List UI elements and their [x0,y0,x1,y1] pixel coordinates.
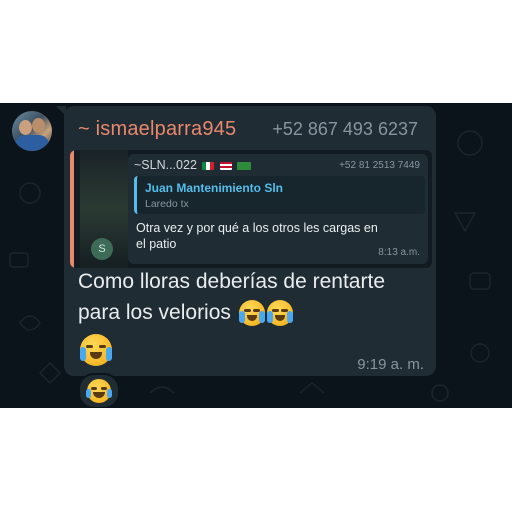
usa-flag-icon [219,161,232,170]
forwarded-sender-phone: +52 81 2513 7449 [339,160,420,171]
quoted-reply-name: Juan Mantenimiento Sln [145,181,284,195]
forwarded-sender-name: ~SLN...022 [134,158,197,172]
forwarded-body: Otra vez y por qué a los otros les carga… [136,221,378,251]
forwarded-avatar: S [91,238,113,260]
sender-phone: +52 867 493 6237 [272,119,418,139]
forwarded-card: ~SLN...022 +52 81 2513 7449 Juan Manteni… [128,154,428,264]
message-text: Como lloras deberías de rentarte para lo… [78,266,408,328]
joy-face-icon [86,379,112,403]
message-time: 9:19 a. m. [357,356,424,373]
forwarded-sender: ~SLN...022 [134,158,252,172]
message-bubble[interactable]: ~ ismaelparra945 +52 867 493 6237 S ~SLN… [64,106,436,376]
forwarded-time: 8:13 a.m. [378,247,420,258]
message-text-content: Como lloras deberías de rentarte para lo… [78,270,385,324]
sender-avatar[interactable] [12,111,52,151]
loudly-crying-face-icon [80,334,112,366]
loudly-crying-face-icon [238,300,265,327]
sender-name[interactable]: ~ ismaelparra945 [78,118,236,141]
avatar-face [32,118,45,133]
forwarded-accent-bar [70,150,74,268]
avatar-face [19,120,32,135]
quoted-reply-text: Laredo tx [145,198,189,210]
message-reaction[interactable] [78,373,120,408]
loudly-crying-face-icon [266,300,293,327]
avatar-shirt [15,135,49,151]
truck-icon [237,161,252,170]
chat-area: ~ ismaelparra945 +52 867 493 6237 S ~SLN… [0,103,512,408]
mexico-flag-icon [202,161,215,170]
quoted-reply[interactable]: Juan Mantenimiento Sln Laredo tx [134,176,425,214]
forwarded-message[interactable]: S ~SLN...022 +52 81 2513 7449 Juan Mante… [70,150,432,268]
